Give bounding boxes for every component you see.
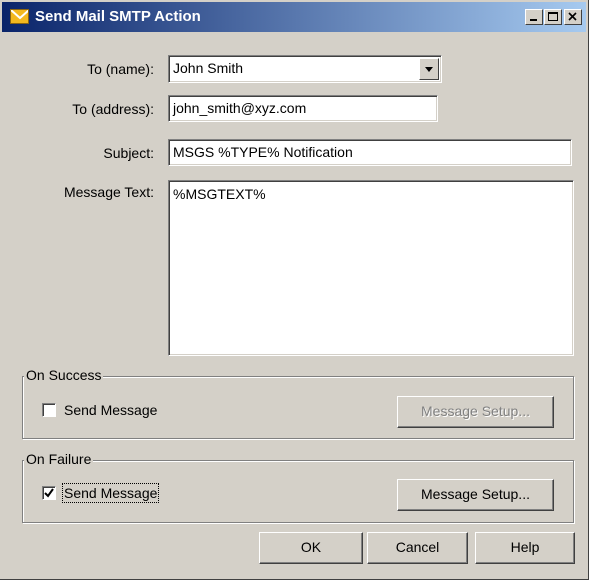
on-success-title: On Success (24, 367, 104, 383)
mail-envelope-icon (10, 9, 29, 24)
to-name-label: To (name): (87, 61, 154, 77)
window-title: Send Mail SMTP Action (35, 8, 201, 25)
on-failure-send-message-checkbox[interactable] (42, 486, 56, 500)
message-text-label: Message Text: (63, 184, 154, 200)
subject-label: Subject: (103, 145, 154, 161)
message-text-value: %MSGTEXT% (173, 186, 266, 202)
to-name-combobox[interactable]: John Smith (168, 55, 442, 83)
to-address-field[interactable]: john_smith@xyz.com (168, 95, 438, 122)
checkmark-icon (44, 488, 54, 498)
minimize-button[interactable] (525, 9, 543, 25)
to-address-value: john_smith@xyz.com (173, 100, 307, 116)
on-success-send-message-label[interactable]: Send Message (64, 402, 157, 418)
close-button[interactable] (564, 9, 582, 25)
subject-field[interactable]: MSGS %TYPE% Notification (168, 139, 572, 166)
subject-value: MSGS %TYPE% Notification (173, 144, 353, 160)
on-failure-send-message-label[interactable]: Send Message (61, 483, 160, 503)
dialog-window: Send Mail SMTP Action To (name): John Sm… (0, 0, 589, 580)
on-failure-title: On Failure (24, 451, 94, 467)
ok-button[interactable]: OK (259, 532, 363, 564)
on-success-message-setup-button[interactable]: Message Setup... (397, 396, 554, 428)
help-button[interactable]: Help (475, 532, 575, 564)
on-success-send-message-checkbox[interactable] (42, 403, 56, 417)
to-name-value: John Smith (173, 60, 244, 76)
message-text-area[interactable]: %MSGTEXT% (168, 180, 574, 356)
cancel-button[interactable]: Cancel (367, 532, 468, 564)
on-failure-message-setup-button[interactable]: Message Setup... (397, 479, 554, 511)
to-address-label: To (address): (72, 101, 154, 117)
title-bar[interactable]: Send Mail SMTP Action (2, 2, 586, 32)
maximize-button[interactable] (544, 9, 562, 25)
chevron-down-icon[interactable] (419, 58, 439, 80)
